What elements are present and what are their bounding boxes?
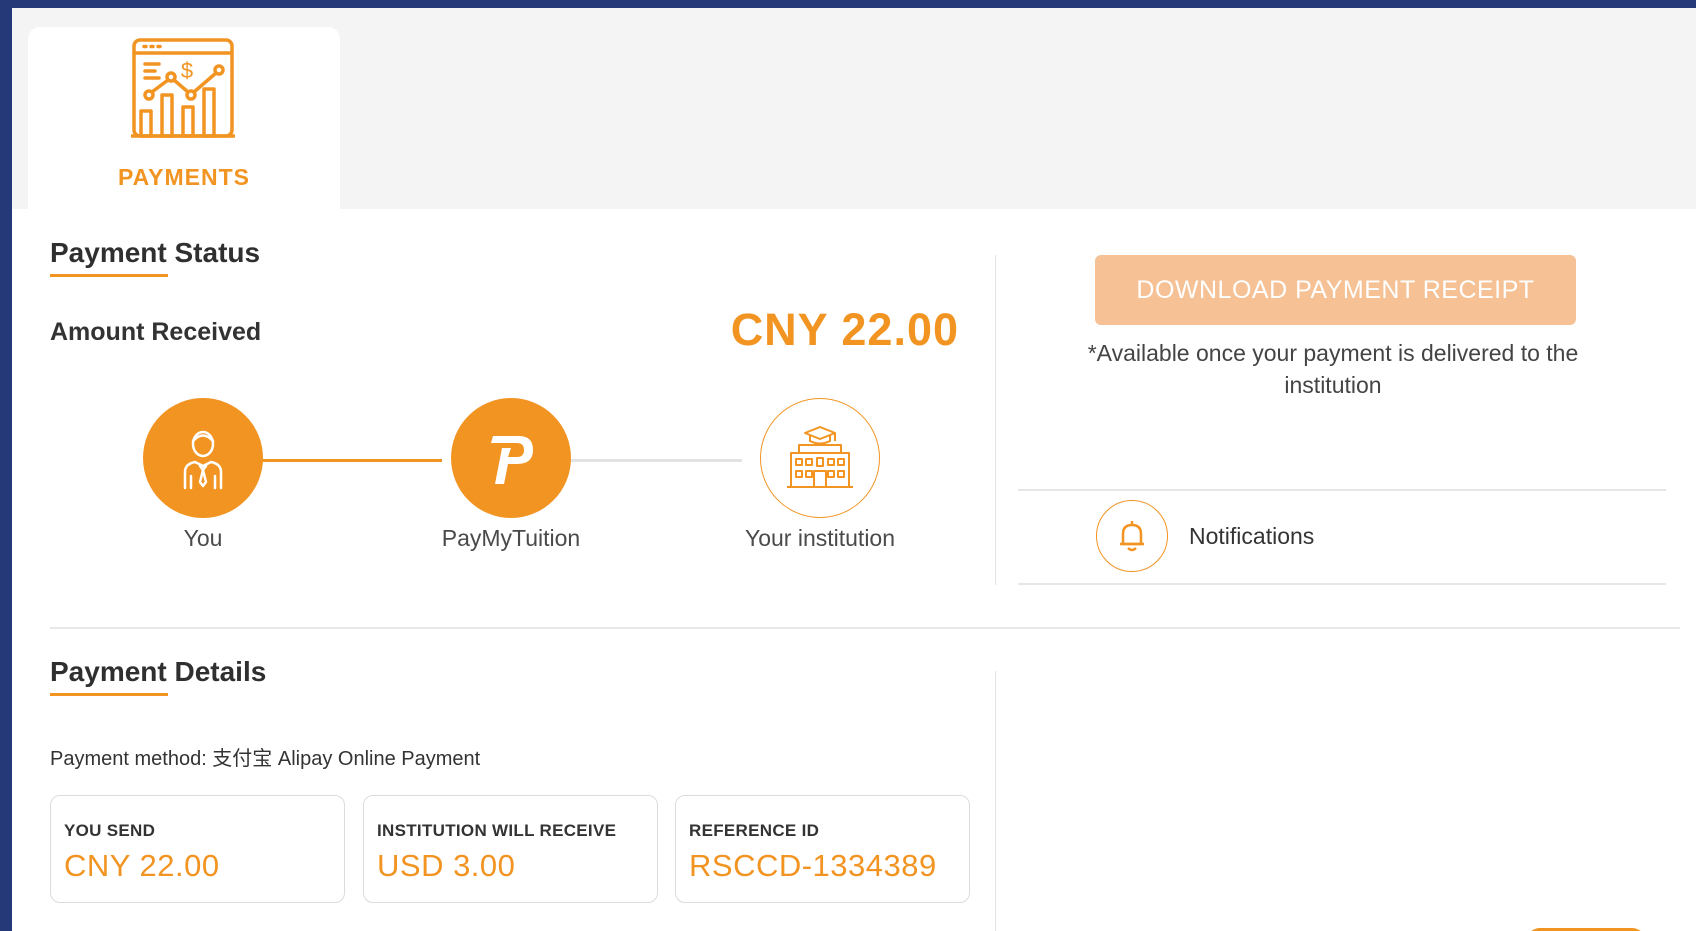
- step-label-you: You: [183, 525, 223, 551]
- institution-icon: [787, 426, 853, 488]
- progress-line-completed: [262, 459, 442, 462]
- amount-received-label: Amount Received: [50, 318, 262, 346]
- column-divider: [995, 255, 996, 585]
- step-label-institution: Your institution: [744, 525, 896, 551]
- card-label: YOU SEND: [64, 821, 156, 840]
- payment-status-title: Payment Status: [50, 237, 261, 268]
- tab-label: PAYMENTS: [118, 164, 250, 190]
- tab-bar: $ PAYMENTS: [12, 8, 1696, 217]
- analytics-dashboard-icon: $: [131, 38, 235, 138]
- payment-method: Payment method: 支付宝 Alipay Online Paymen…: [50, 748, 481, 770]
- person-icon: [183, 430, 223, 490]
- receipt-availability-note: *Available once your payment is delivere…: [1087, 340, 1579, 398]
- step-paymytuition: [451, 398, 571, 518]
- payment-details-title: Payment Details: [50, 656, 267, 687]
- reference-id-card: REFERENCE ID RSCCD-1334389: [675, 795, 970, 903]
- card-value: CNY 22.00: [64, 848, 220, 883]
- tab-payments[interactable]: $ PAYMENTS: [28, 27, 340, 217]
- card-label: REFERENCE ID: [689, 821, 820, 840]
- column-divider: [995, 671, 996, 931]
- section-divider: [50, 627, 1680, 629]
- app-window: $ PAYMENTS Payment Status Amount Receive…: [12, 8, 1696, 931]
- step-institution: [760, 398, 880, 518]
- bell-icon: [1120, 521, 1144, 552]
- step-label-paymytuition: PayMyTuition: [441, 525, 581, 551]
- svg-text:$: $: [181, 58, 193, 83]
- bell-icon-circle: [1096, 500, 1168, 572]
- progress-line-pending: [570, 459, 742, 462]
- notifications-row[interactable]: Notifications: [1018, 489, 1666, 585]
- main-content: Payment Status Amount Received CNY 22.00…: [12, 209, 1696, 931]
- card-label: INSTITUTION WILL RECEIVE: [377, 821, 617, 840]
- institution-receive-card: INSTITUTION WILL RECEIVE USD 3.00: [363, 795, 658, 903]
- section-underline: [50, 274, 168, 277]
- card-value: USD 3.00: [377, 848, 516, 883]
- download-receipt-button[interactable]: DOWNLOAD PAYMENT RECEIPT: [1095, 255, 1576, 325]
- amount-received-value: CNY 22.00: [730, 304, 959, 355]
- you-send-card: YOU SEND CNY 22.00: [50, 795, 345, 903]
- step-you: [143, 398, 263, 518]
- section-underline: [50, 693, 168, 696]
- notifications-label: Notifications: [1189, 523, 1315, 549]
- paymytuition-logo-icon: [491, 436, 533, 484]
- card-value: RSCCD-1334389: [689, 848, 937, 883]
